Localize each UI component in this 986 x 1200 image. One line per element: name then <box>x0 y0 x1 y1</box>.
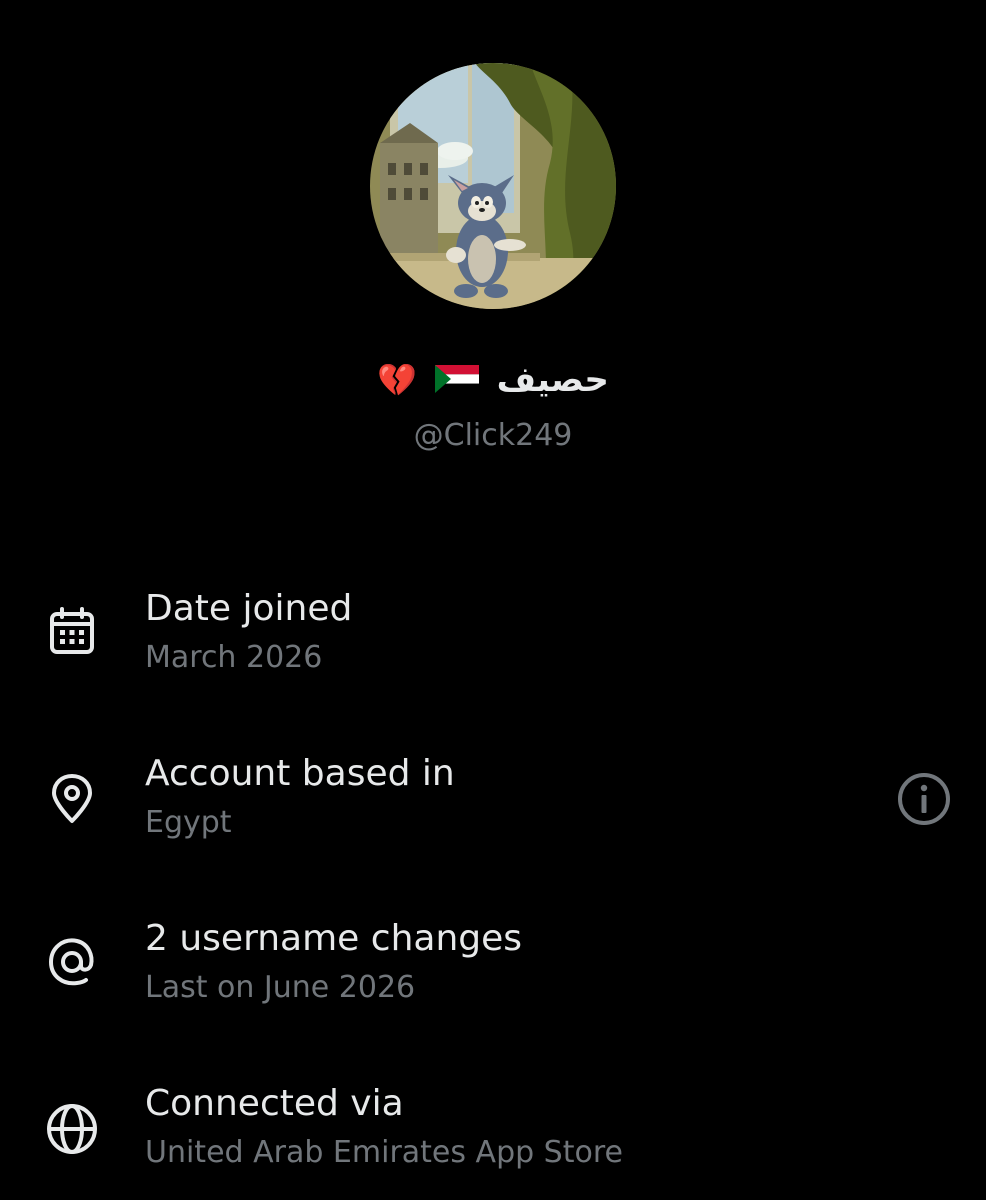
location-pin-icon <box>44 771 100 827</box>
account-based-in-value: Egypt <box>145 805 232 840</box>
at-sign-icon <box>44 934 100 990</box>
username-handle: @Click249 <box>413 418 573 453</box>
broken-heart-emoji: 💔 <box>377 361 417 399</box>
connected-via-value: United Arab Emirates App Store <box>145 1135 623 1170</box>
sudan-flag-icon <box>434 354 479 410</box>
date-joined-value: March 2026 <box>145 640 323 675</box>
username-changes-title: 2 username changes <box>145 918 523 959</box>
info-icon[interactable] <box>896 771 952 827</box>
globe-icon <box>44 1101 100 1157</box>
avatar-image <box>370 63 616 309</box>
about-row-username-changes: 2 username changes Last on June 2026 <box>0 914 986 1024</box>
display-name-text: حصيف <box>496 360 609 400</box>
connected-via-title: Connected via <box>145 1083 404 1124</box>
about-row-account-based-in: Account based in Egypt <box>0 749 986 859</box>
date-joined-title: Date joined <box>145 588 353 629</box>
calendar-icon <box>44 604 100 660</box>
username-changes-value: Last on June 2026 <box>145 970 416 1005</box>
display-name: 💔 حصيف <box>0 352 986 410</box>
about-row-date-joined: Date joined March 2026 <box>0 584 986 694</box>
about-row-connected-via: Connected via United Arab Emirates App S… <box>0 1079 986 1189</box>
profile-avatar[interactable] <box>370 63 616 309</box>
account-based-in-title: Account based in <box>145 753 455 794</box>
